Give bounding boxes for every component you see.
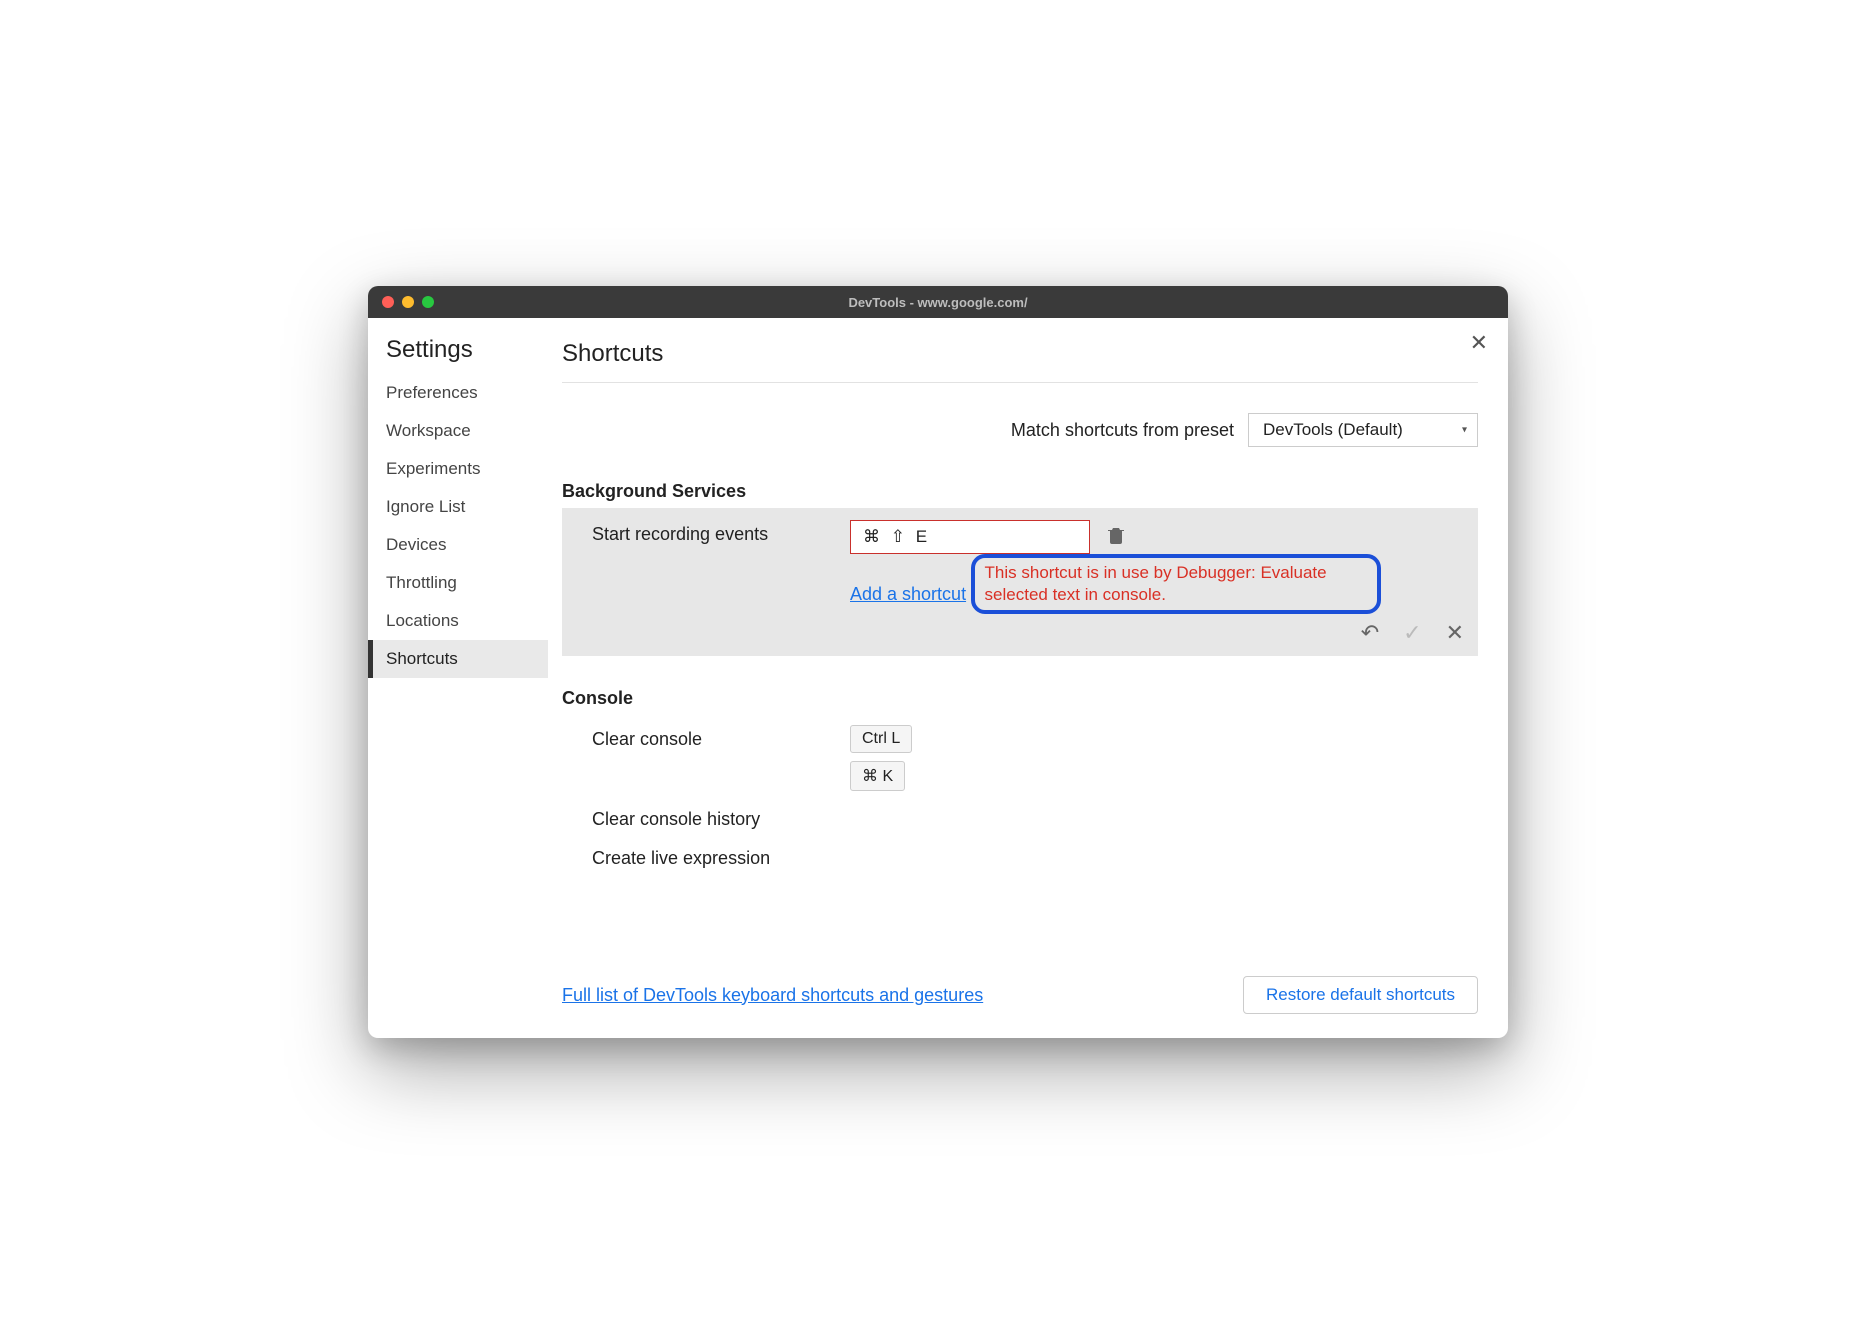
undo-icon[interactable]: ↶ (1361, 620, 1379, 646)
add-shortcut-link[interactable]: Add a shortcut (850, 584, 966, 605)
cancel-icon[interactable]: ✕ (1446, 620, 1464, 646)
action-right: Add a shortcut This shortcut is in use b… (850, 520, 1464, 614)
preset-value: DevTools (Default) (1263, 420, 1403, 439)
shortcut-badge-row: ⌘ K (562, 761, 1478, 799)
edit-actions: ↶ ✓ ✕ (1361, 620, 1464, 646)
full-list-link[interactable]: Full list of DevTools keyboard shortcuts… (562, 985, 983, 1006)
preset-label: Match shortcuts from preset (1011, 420, 1234, 441)
sidebar-item-preferences[interactable]: Preferences (368, 374, 548, 412)
main-panel: Shortcuts Match shortcuts from preset De… (548, 318, 1508, 1038)
window-close-button[interactable] (382, 296, 394, 308)
shortcut-input[interactable] (850, 520, 1090, 554)
sidebar-item-workspace[interactable]: Workspace (368, 412, 548, 450)
titlebar: DevTools - www.google.com/ (368, 286, 1508, 318)
window-maximize-button[interactable] (422, 296, 434, 308)
error-text: This shortcut is in use by Debugger: Eva… (985, 562, 1367, 606)
action-label: Create live expression (592, 848, 832, 869)
devtools-window: DevTools - www.google.com/ ✕ Settings Pr… (368, 286, 1508, 1038)
action-create-live-expression[interactable]: Create live expression (562, 838, 1478, 877)
window-minimize-button[interactable] (402, 296, 414, 308)
preset-select[interactable]: DevTools (Default) ▾ (1248, 413, 1478, 447)
window-title: DevTools - www.google.com/ (368, 295, 1508, 310)
action-clear-console[interactable]: Clear console Ctrl L (562, 715, 1478, 761)
trash-icon (1108, 526, 1124, 544)
sidebar-item-shortcuts[interactable]: Shortcuts (368, 640, 548, 678)
restore-defaults-button[interactable]: Restore default shortcuts (1243, 976, 1478, 1014)
sidebar-title: Settings (368, 336, 548, 374)
traffic-lights (368, 296, 434, 308)
preset-row: Match shortcuts from preset DevTools (De… (562, 383, 1478, 471)
close-panel-button[interactable]: ✕ (1470, 332, 1488, 354)
section-background-services-heading: Background Services (562, 471, 1478, 508)
action-start-recording-events: Start recording events Add a shortcut (562, 508, 1478, 656)
shortcut-badge: Ctrl L (850, 725, 912, 753)
action-clear-console-history[interactable]: Clear console history (562, 799, 1478, 838)
content: ✕ Settings Preferences Workspace Experim… (368, 318, 1508, 1038)
sidebar-item-ignore-list[interactable]: Ignore List (368, 488, 548, 526)
section-console-heading: Console (562, 678, 1478, 715)
footer: Full list of DevTools keyboard shortcuts… (562, 952, 1478, 1018)
sidebar-item-locations[interactable]: Locations (368, 602, 548, 640)
shortcut-badge: ⌘ K (850, 761, 905, 791)
sidebar-item-devices[interactable]: Devices (368, 526, 548, 564)
action-label: Clear console (592, 729, 832, 750)
confirm-icon[interactable]: ✓ (1403, 620, 1421, 646)
chevron-down-icon: ▾ (1462, 425, 1467, 436)
page-title: Shortcuts (562, 340, 1478, 383)
sidebar-item-throttling[interactable]: Throttling (368, 564, 548, 602)
settings-sidebar: Settings Preferences Workspace Experimen… (368, 318, 548, 1038)
delete-shortcut-button[interactable] (1108, 526, 1124, 549)
action-label: Start recording events (592, 520, 832, 545)
action-label: Clear console history (592, 809, 832, 830)
shortcut-conflict-warning: This shortcut is in use by Debugger: Eva… (971, 554, 1381, 614)
sidebar-item-experiments[interactable]: Experiments (368, 450, 548, 488)
